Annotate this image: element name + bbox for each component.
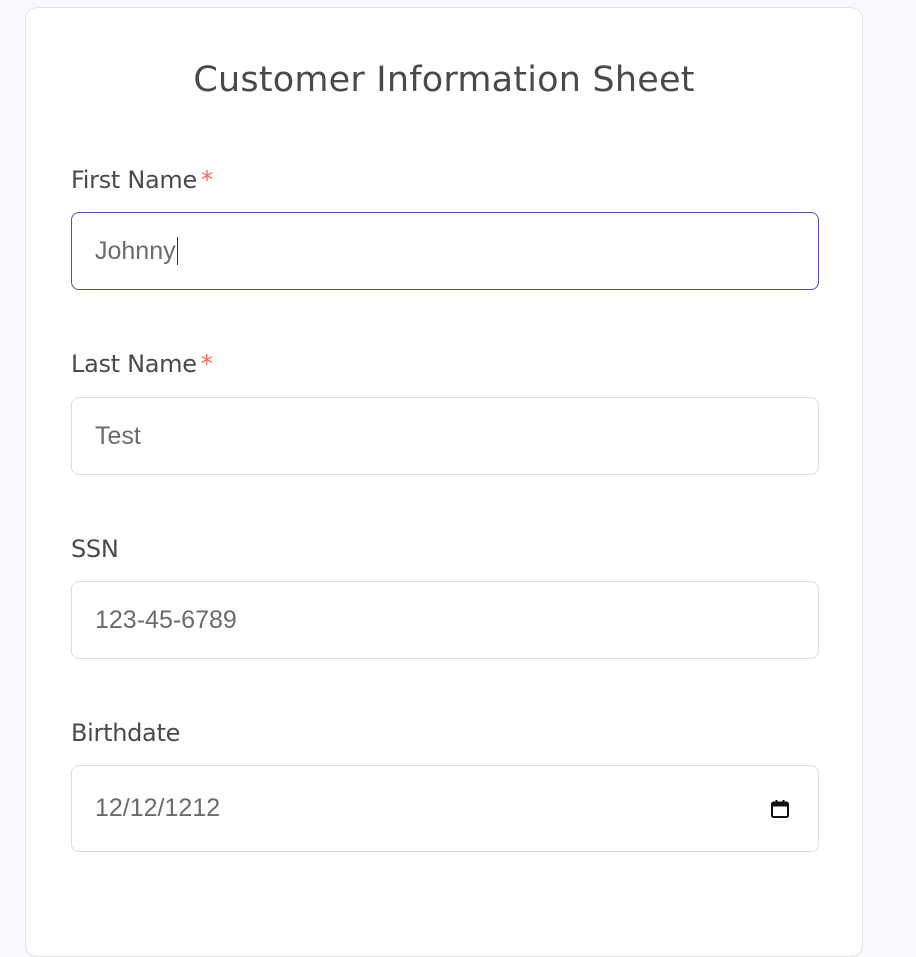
birthdate-input[interactable]: 12/12/1212 bbox=[71, 765, 819, 852]
birthdate-value: 12/12/1212 bbox=[95, 794, 221, 822]
first-name-label: First Name * bbox=[71, 166, 213, 194]
last-name-label: Last Name * bbox=[71, 350, 213, 378]
birthdate-label-text: Birthdate bbox=[71, 719, 181, 747]
required-marker: * bbox=[200, 166, 213, 194]
first-name-label-text: First Name bbox=[71, 166, 197, 194]
ssn-value: 123-45-6789 bbox=[95, 605, 237, 634]
first-name-value: Johnny bbox=[95, 236, 176, 265]
required-marker: * bbox=[200, 350, 213, 378]
first-name-input[interactable]: Johnny bbox=[71, 212, 819, 290]
last-name-input[interactable]: Test bbox=[71, 397, 819, 475]
last-name-value: Test bbox=[95, 421, 141, 450]
ssn-label-text: SSN bbox=[71, 535, 119, 563]
text-caret bbox=[176, 237, 178, 265]
calendar-icon[interactable] bbox=[770, 799, 790, 819]
birthdate-label: Birthdate bbox=[71, 719, 180, 747]
ssn-input[interactable]: 123-45-6789 bbox=[71, 581, 819, 659]
form-title: Customer Information Sheet bbox=[193, 60, 695, 100]
last-name-label-text: Last Name bbox=[71, 350, 197, 378]
ssn-label: SSN bbox=[71, 535, 119, 563]
customer-form-card: Customer Information Sheet First Name * J… bbox=[25, 7, 863, 957]
